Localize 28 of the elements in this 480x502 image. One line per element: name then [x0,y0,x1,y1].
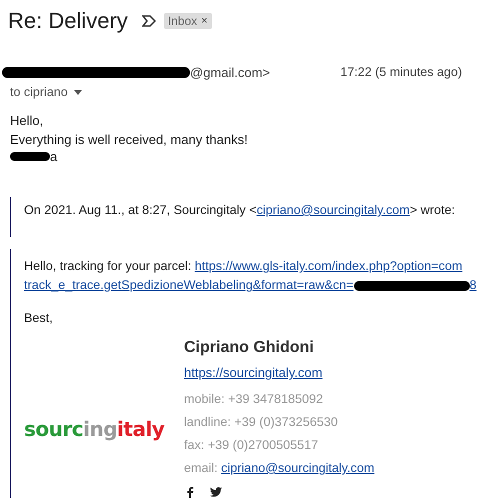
email-link[interactable]: cipriano@sourcingitaly.com [221,461,374,475]
sender-address: @gmail.com> [190,64,270,80]
quoted-text: Hello, tracking for your parcel: [24,259,192,273]
quoted-text: Best, [24,310,54,327]
message-text: Everything is well received, many thanks! [10,131,249,149]
contact-line: mobile: +39 3478185092 [184,391,324,408]
contact-line: fax: +39 (0)2700505517 [184,437,320,454]
timestamp: 17:22 (5 minutes ago) [340,65,462,79]
twitter-icon[interactable] [210,486,222,498]
recipient-dropdown[interactable]: to cipriano [0,80,480,99]
quote-header: On 2021. Aug 11., at 8:27, Sourcingitaly <cipriano@sourcingitaly.com> wrote: [24,203,455,217]
email-link[interactable]: cipriano@sourcingitaly.com [256,203,410,217]
contact-line: landline: +39 (0)373256530 [184,414,339,431]
tracking-link[interactable]: 8 [470,276,477,295]
tracking-link[interactable]: track_e_trace.getSpedizioneWeblabeling&format=raw&cn= [24,276,354,295]
signoff-text: a [50,148,58,166]
remove-label-button[interactable]: × [201,15,208,27]
email-subject: Re: Delivery [8,8,128,34]
importance-marker-icon[interactable] [142,15,156,27]
inbox-label[interactable]: Inbox × [164,13,212,29]
website-link[interactable]: https://sourcingitaly.com [184,363,374,382]
redaction-bar [10,152,50,160]
tracking-link[interactable]: https://www.gls-italy.com/index.php?option=com [194,259,462,273]
caret-icon [74,90,82,94]
message-text: Hello, [10,112,44,130]
contact-line: email: cipriano@sourcingitaly.com [184,460,374,477]
signature-name: Cipriano Ghidoni [184,338,315,357]
company-logo: sourcingitaly [24,420,164,438]
